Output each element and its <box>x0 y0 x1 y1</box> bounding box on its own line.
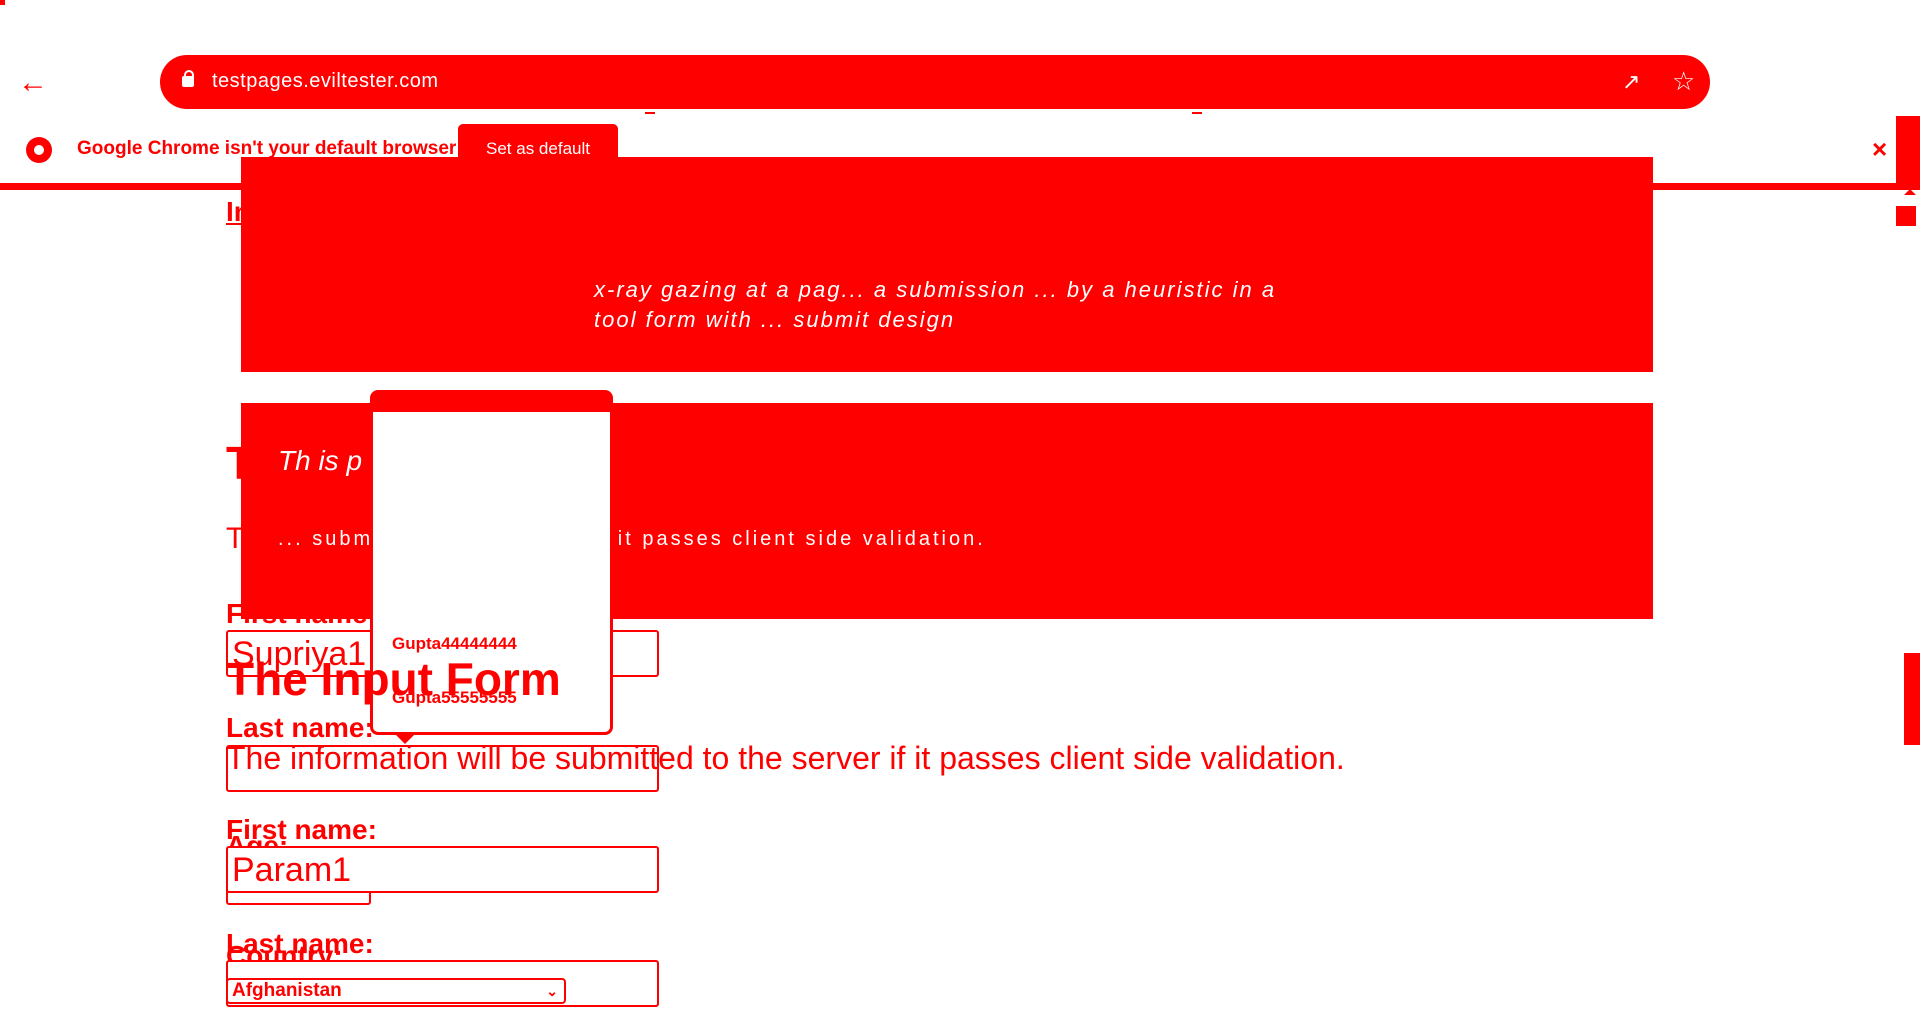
star-icon[interactable]: ☆ <box>1672 66 1695 97</box>
overlay-panel-middle-heading: Th is p <box>278 445 363 476</box>
last-name-label: Last name: <box>226 928 374 959</box>
first-name-label: First name: <box>226 814 377 845</box>
scrollbar-thumb[interactable] <box>1904 653 1920 745</box>
lock-icon[interactable] <box>182 70 194 87</box>
scrollbar-button[interactable] <box>1896 206 1916 226</box>
tab-divider <box>1192 112 1202 114</box>
url-text[interactable]: testpages.eviltester.com <box>212 70 439 93</box>
corner-marker <box>0 0 5 5</box>
chrome-logo-icon <box>26 137 52 163</box>
overlay-panel-top-text: x-ray gazing at a pag... a submission ..… <box>594 277 1277 332</box>
form-description: The information will be submitted to the… <box>226 740 1345 776</box>
first-name-field[interactable]: Param1 <box>226 846 659 893</box>
side-panel-edge <box>1896 116 1920 190</box>
page-title: The Input Form <box>226 653 561 705</box>
back-arrow-icon[interactable]: ← <box>18 68 48 98</box>
scroll-up-arrow-icon[interactable] <box>1904 189 1916 195</box>
first-name-value: Param1 <box>232 851 352 889</box>
country-select[interactable]: Afghanistan ⌄ <box>226 978 566 1004</box>
autocomplete-item[interactable]: Gupta44444444 <box>392 634 517 654</box>
share-icon[interactable]: ↗ <box>1622 69 1640 95</box>
infobar-close-icon[interactable]: × <box>1872 134 1887 165</box>
autocomplete-dropdown-header <box>370 390 613 412</box>
chevron-down-icon: ⌄ <box>546 983 558 999</box>
country-selected-value: Afghanistan <box>232 980 342 1001</box>
tab-divider <box>645 112 655 114</box>
overlay-panel-top <box>241 157 1653 372</box>
